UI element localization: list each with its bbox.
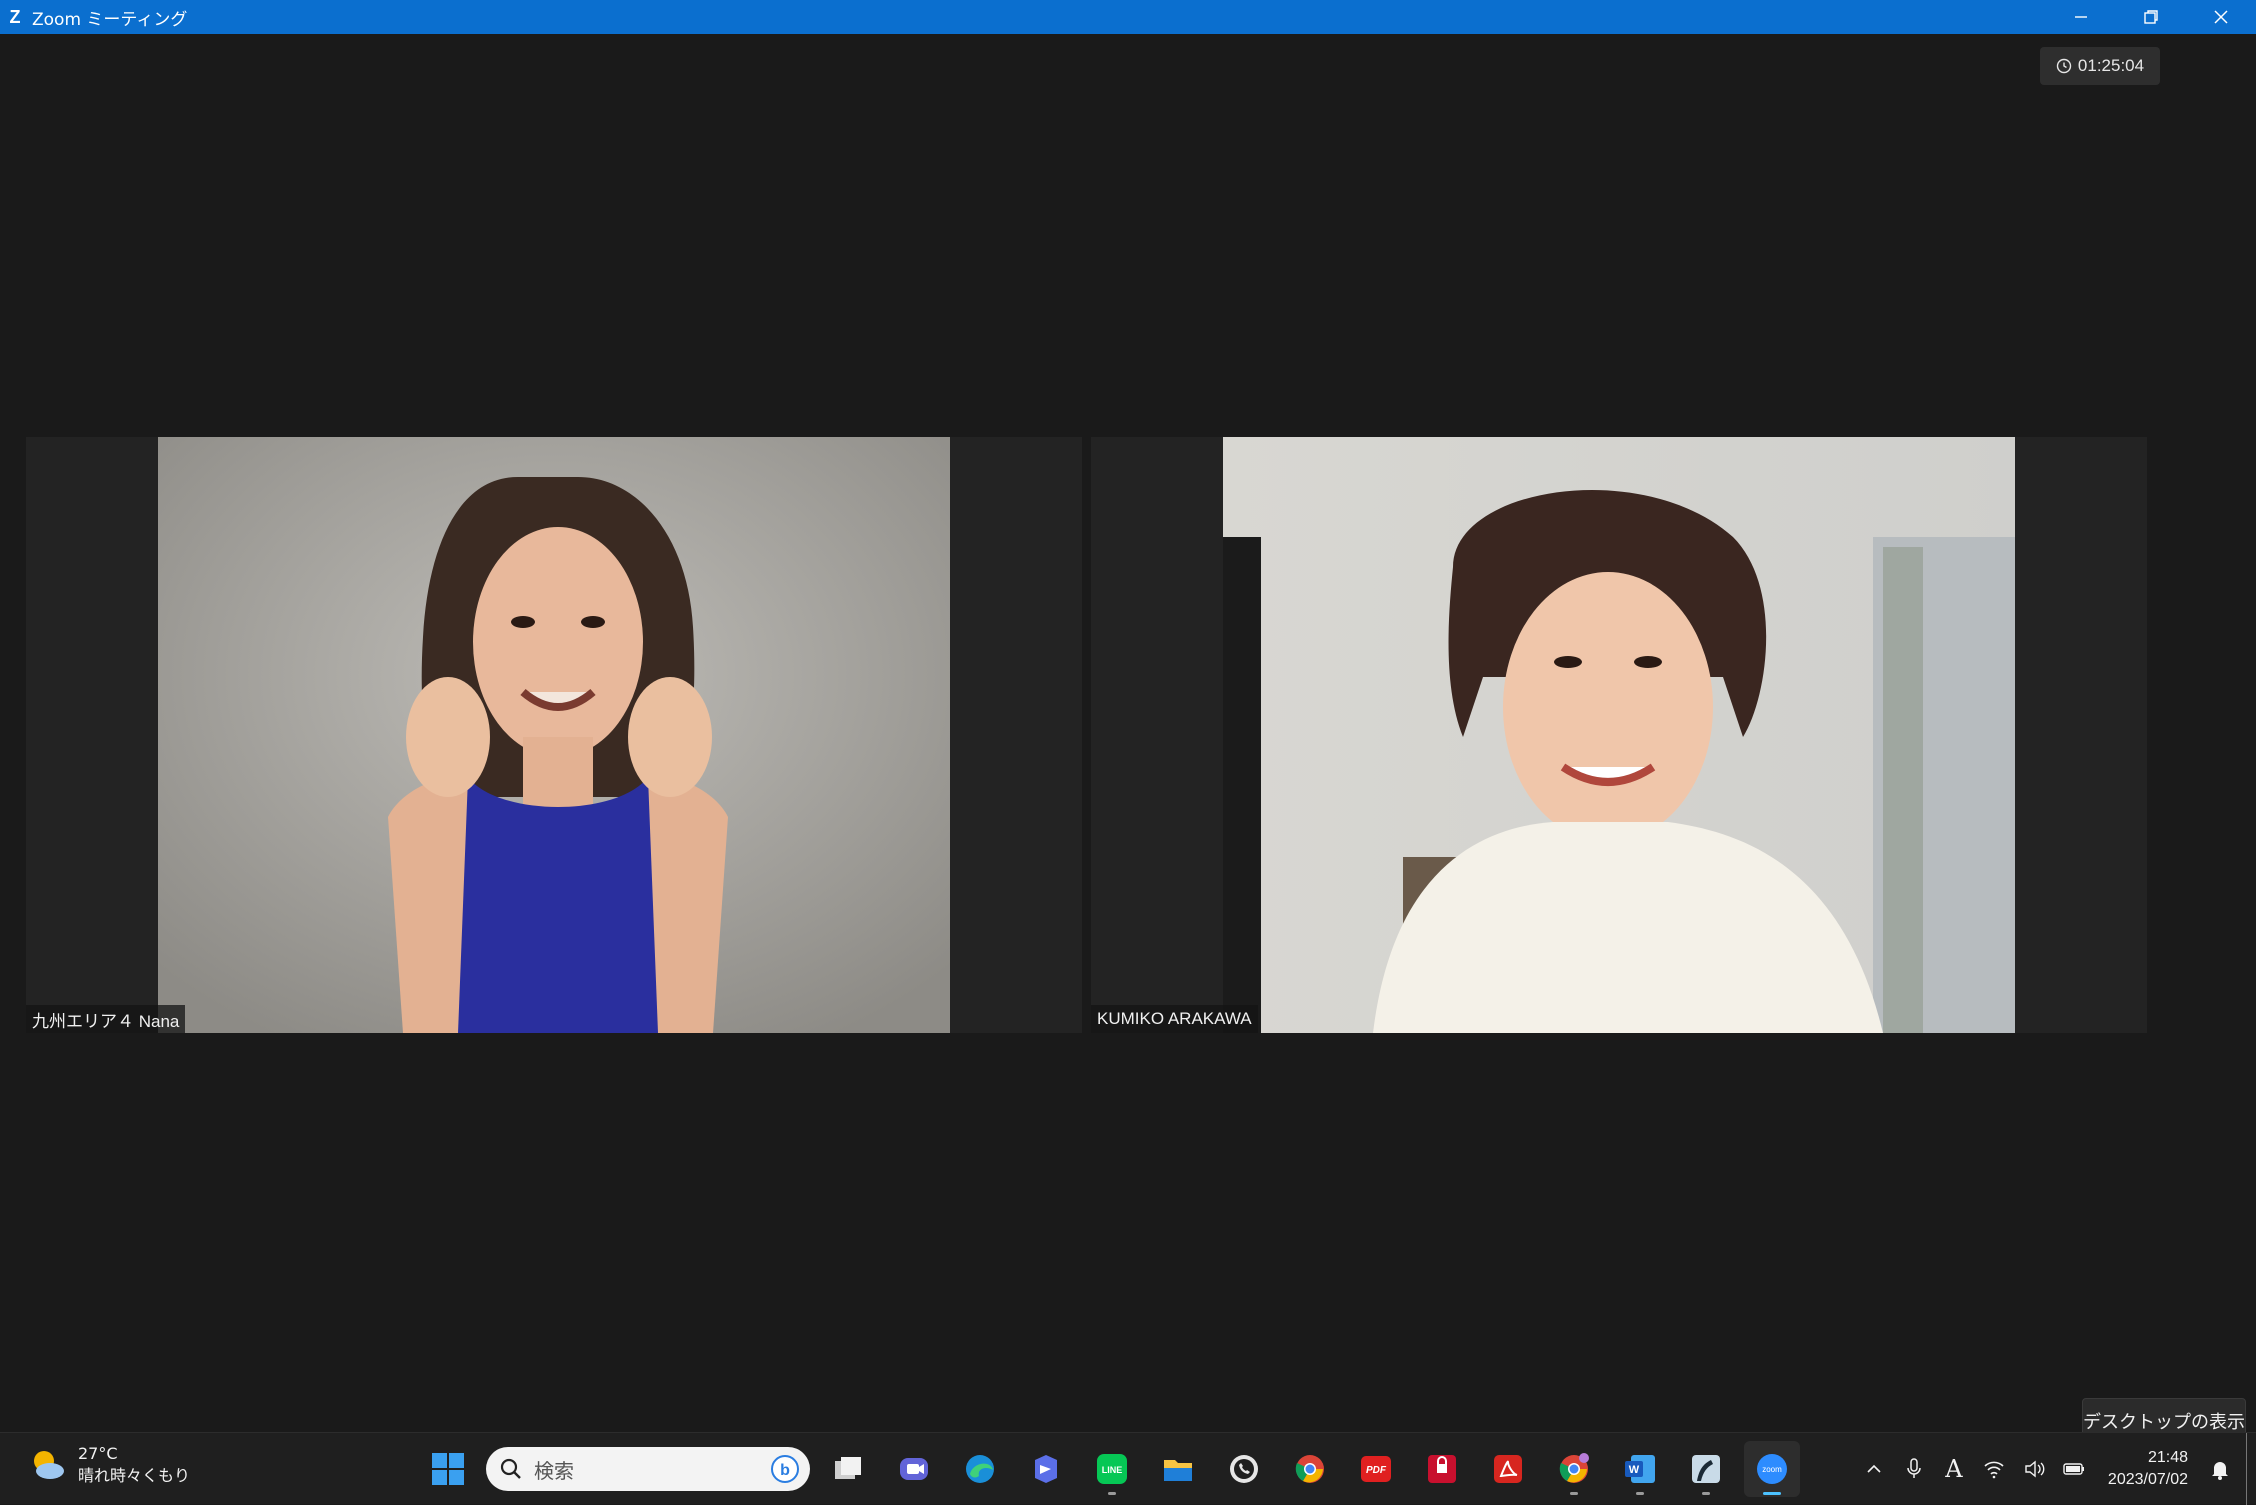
- clock-icon: [2056, 58, 2072, 74]
- running-indicator: [1570, 1492, 1578, 1495]
- microphone-icon: [1907, 1458, 1921, 1478]
- zoom-button[interactable]: zoom: [1744, 1441, 1800, 1497]
- acrobat-button[interactable]: [1480, 1441, 1536, 1497]
- volume-button[interactable]: [2014, 1433, 2054, 1505]
- taskbar-apps: 検索 b LINE PDF W zoom: [420, 1441, 1800, 1497]
- clock-time: 21:48: [2147, 1449, 2188, 1466]
- running-indicator: [1702, 1492, 1710, 1495]
- participant-tile-2[interactable]: KUMIKO ARAKAWA: [1091, 437, 2147, 1033]
- svg-text:zoom: zoom: [1762, 1465, 1782, 1474]
- search-icon: [500, 1458, 521, 1479]
- weather-condition: 晴れ時々くもり: [78, 1466, 191, 1485]
- minimize-button[interactable]: [2046, 0, 2116, 34]
- taskbar: 27°C 晴れ時々くもり 検索 b LINE PDF W zoom A 21:4…: [0, 1432, 2256, 1505]
- file-explorer-button[interactable]: [1150, 1441, 1206, 1497]
- svg-text:b: b: [780, 1462, 790, 1479]
- chrome-icon: [1295, 1455, 1324, 1483]
- wifi-icon: [1984, 1461, 2004, 1479]
- running-indicator: [1108, 1492, 1116, 1495]
- chrome-button[interactable]: [1282, 1441, 1338, 1497]
- close-button[interactable]: [2186, 0, 2256, 34]
- participant-video-1: [158, 437, 950, 1033]
- file-explorer-icon: [1164, 1460, 1192, 1481]
- teams-chat-button[interactable]: [886, 1441, 942, 1497]
- restore-button[interactable]: [2116, 0, 2186, 34]
- zoom-icon: zoom: [1757, 1454, 1787, 1484]
- meeting-area: 01:25:04 九州エリア４ Nana KUMIKO ARAKAWA デスクト…: [0, 34, 2256, 1444]
- edge-icon: [966, 1455, 994, 1483]
- acrobat-icon: [1494, 1455, 1522, 1483]
- show-hidden-icons-button[interactable]: [1854, 1433, 1894, 1505]
- search-placeholder: 検索: [534, 1458, 574, 1483]
- kindle-icon: [1692, 1455, 1720, 1483]
- start-button[interactable]: [420, 1441, 476, 1497]
- show-desktop-button[interactable]: [2246, 1433, 2256, 1505]
- pdf-app-icon: PDF: [1361, 1456, 1391, 1482]
- copilot-icon: [1035, 1455, 1057, 1483]
- chrome-profile-button[interactable]: [1546, 1441, 1602, 1497]
- taskbar-clock[interactable]: 21:48 2023/07/02: [2108, 1447, 2188, 1491]
- participant-tile-1[interactable]: 九州エリア４ Nana: [26, 437, 1082, 1033]
- task-view-icon: [835, 1457, 861, 1479]
- meeting-timer[interactable]: 01:25:04: [2040, 47, 2160, 85]
- weather-temp: 27°C: [78, 1444, 118, 1463]
- system-tray: A 21:48 2023/07/02: [1854, 1433, 2256, 1505]
- participant-video-2: [1223, 437, 2015, 1033]
- weather-widget[interactable]: 27°C 晴れ時々くもり: [28, 1443, 190, 1487]
- minimize-icon: [2075, 16, 2087, 18]
- ime-indicator[interactable]: A: [1934, 1433, 1974, 1505]
- svg-text:W: W: [1629, 1464, 1640, 1476]
- word-icon: W: [1625, 1455, 1655, 1483]
- running-indicator: [1636, 1492, 1644, 1495]
- battery-button[interactable]: [2054, 1433, 2094, 1505]
- whatsapp-icon: [1230, 1455, 1258, 1483]
- svg-text:LINE: LINE: [1102, 1465, 1123, 1475]
- notifications-button[interactable]: [2200, 1433, 2240, 1505]
- close-icon: [2214, 10, 2228, 24]
- copilot-button[interactable]: [1018, 1441, 1074, 1497]
- whatsapp-button[interactable]: [1216, 1441, 1272, 1497]
- timer-text: 01:25:04: [2077, 56, 2145, 75]
- zoom-logo-icon: Z: [9, 6, 21, 27]
- battery-charging-icon: [2063, 1463, 2084, 1475]
- kindle-button[interactable]: [1678, 1441, 1734, 1497]
- bing-icon[interactable]: b: [770, 1454, 800, 1484]
- ime-label: A: [1945, 1455, 1963, 1483]
- network-button[interactable]: [1974, 1433, 2014, 1505]
- svg-text:PDF: PDF: [1366, 1465, 1387, 1476]
- word-button[interactable]: W: [1612, 1441, 1668, 1497]
- teams-chat-icon: [900, 1458, 928, 1480]
- clock-date: 2023/07/02: [2107, 1471, 2188, 1488]
- volume-icon: [2025, 1460, 2045, 1478]
- microphone-button[interactable]: [1894, 1433, 1934, 1505]
- participant-name-1: 九州エリア４ Nana: [26, 1005, 186, 1033]
- chevron-up-icon: [1867, 1464, 1881, 1473]
- task-view-button[interactable]: [820, 1441, 876, 1497]
- mcafee-button[interactable]: [1414, 1441, 1470, 1497]
- mcafee-icon: [1428, 1455, 1456, 1483]
- taskbar-search[interactable]: 検索 b: [486, 1447, 810, 1491]
- running-indicator: [1763, 1492, 1781, 1495]
- line-button[interactable]: LINE: [1084, 1441, 1140, 1497]
- line-icon: LINE: [1097, 1454, 1127, 1484]
- title-bar: Z Zoom ミーティング: [0, 0, 2256, 34]
- chrome-profile-icon: [1559, 1453, 1589, 1483]
- participant-name-2: KUMIKO ARAKAWA: [1091, 1005, 1258, 1033]
- windows-start-icon: [432, 1453, 464, 1485]
- partly-cloudy-icon: [34, 1451, 64, 1479]
- restore-icon: [2144, 10, 2158, 24]
- notification-bell-icon: [2212, 1462, 2228, 1480]
- pdf-app-button[interactable]: PDF: [1348, 1441, 1404, 1497]
- window-title: Zoom ミーティング: [32, 9, 188, 30]
- edge-button[interactable]: [952, 1441, 1008, 1497]
